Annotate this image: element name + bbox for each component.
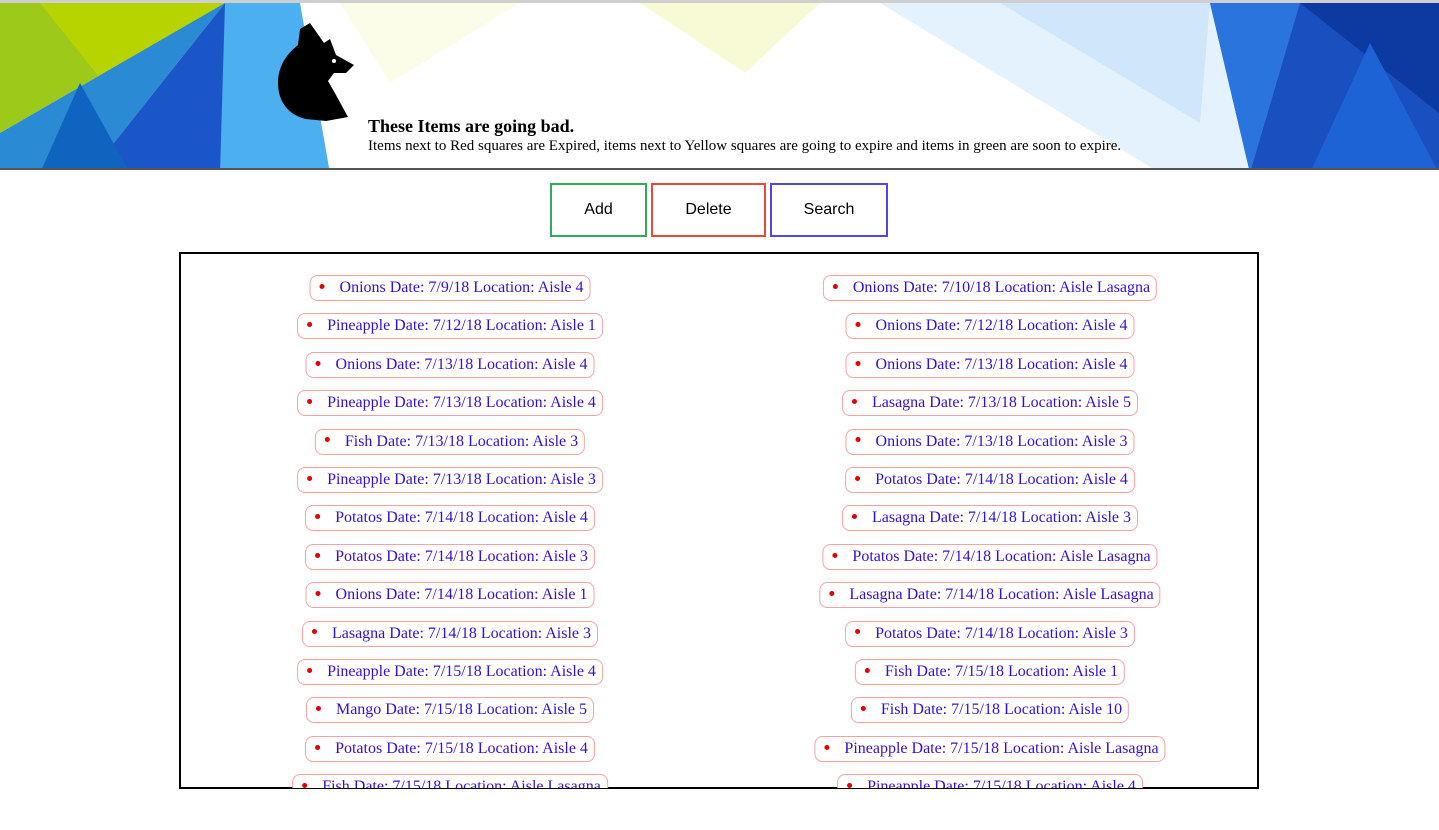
list-item-label: Onions Date: 7/14/18 Location: Aisle 1 bbox=[335, 586, 588, 604]
status-dot-icon bbox=[315, 360, 321, 366]
status-dot-icon bbox=[315, 591, 321, 597]
list-item-label: Mango Date: 7/15/18 Location: Aisle 5 bbox=[335, 701, 588, 719]
list-item-label: Fish Date: 7/15/18 Location: Aisle 1 bbox=[884, 663, 1119, 680]
list-item-label: Potatos Date: 7/14/18 Location: Aisle 4 bbox=[335, 509, 588, 527]
list-item-label: Fish Date: 7/15/18 Location: Aisle 10 bbox=[880, 701, 1123, 719]
status-dot-icon bbox=[311, 629, 317, 635]
list-item-label: Pineapple Date: 7/13/18 Location: Aisle … bbox=[327, 394, 596, 412]
list-item[interactable]: Pineapple Date: 7/13/18 Location: Aisle … bbox=[297, 467, 603, 493]
wolf-head-icon bbox=[278, 23, 354, 121]
list-item-label: Lasagna Date: 7/14/18 Location: Aisle 3 bbox=[331, 624, 592, 642]
status-dot-icon bbox=[832, 552, 838, 558]
status-dot-icon bbox=[855, 322, 861, 328]
list-item[interactable]: Potatos Date: 7/14/18 Location: Aisle 4 bbox=[845, 467, 1135, 493]
expiring-items-panel[interactable]: Onions Date: 7/9/18 Location: Aisle 4 Pin… bbox=[179, 252, 1259, 789]
list-item[interactable]: Pineapple Date: 7/15/18 Location: Aisle … bbox=[814, 735, 1166, 762]
status-dot-icon bbox=[302, 783, 308, 788]
status-dot-icon bbox=[824, 744, 830, 750]
header-banner: These Items are going bad. Items next to… bbox=[0, 0, 1439, 170]
status-dot-icon bbox=[855, 629, 861, 635]
delete-button[interactable]: Delete bbox=[651, 183, 766, 237]
status-dot-icon bbox=[307, 475, 313, 481]
list-item[interactable]: Pineapple Date: 7/15/18 Location: Aisle … bbox=[837, 774, 1143, 789]
status-dot-icon bbox=[860, 706, 866, 712]
list-item[interactable]: Fish Date: 7/13/18 Location: Aisle 3 bbox=[314, 428, 586, 455]
list-item[interactable]: Lasagna Date: 7/14/18 Location: Aisle La… bbox=[819, 582, 1161, 609]
list-item[interactable]: Lasagna Date: 7/14/18 Location: Aisle 3 bbox=[301, 620, 599, 647]
list-item-label: Potatos Date: 7/14/18 Location: Aisle 3 bbox=[335, 547, 588, 565]
page-subtitle: Items next to Red squares are Expired, i… bbox=[368, 138, 1122, 154]
list-item-label: Potatos Date: 7/14/18 Location: Aisle 3 bbox=[875, 624, 1128, 642]
list-item-label: Onions Date: 7/9/18 Location: Aisle 4 bbox=[339, 279, 584, 296]
list-item[interactable]: Lasagna Date: 7/13/18 Location: Aisle 5 bbox=[841, 390, 1139, 417]
list-item-label: Onions Date: 7/10/18 Location: Aisle Las… bbox=[852, 279, 1151, 296]
list-item[interactable]: Onions Date: 7/14/18 Location: Aisle 1 bbox=[305, 582, 595, 609]
status-dot-icon bbox=[307, 667, 313, 673]
status-dot-icon bbox=[315, 552, 321, 558]
list-item[interactable]: Onions Date: 7/13/18 Location: Aisle 4 bbox=[845, 351, 1135, 378]
status-dot-icon bbox=[829, 591, 835, 597]
search-button[interactable]: Search bbox=[770, 183, 888, 237]
status-dot-icon bbox=[315, 706, 321, 712]
status-dot-icon bbox=[315, 744, 321, 750]
status-dot-icon bbox=[851, 514, 857, 520]
list-item[interactable]: Fish Date: 7/15/18 Location: Aisle 1 bbox=[854, 659, 1126, 685]
list-item[interactable]: Potatos Date: 7/14/18 Location: Aisle 4 bbox=[305, 505, 595, 532]
status-dot-icon bbox=[855, 437, 861, 443]
list-item-label: Pineapple Date: 7/12/18 Location: Aisle … bbox=[327, 317, 596, 335]
list-item-label: Lasagna Date: 7/13/18 Location: Aisle 5 bbox=[871, 394, 1132, 412]
list-item-label: Pineapple Date: 7/15/18 Location: Aisle … bbox=[844, 739, 1159, 757]
status-dot-icon bbox=[864, 667, 870, 673]
list-item-label: Onions Date: 7/13/18 Location: Aisle 3 bbox=[875, 432, 1128, 450]
list-item-label: Onions Date: 7/13/18 Location: Aisle 4 bbox=[875, 355, 1128, 373]
status-dot-icon bbox=[307, 399, 313, 405]
add-button[interactable]: Add bbox=[550, 183, 647, 237]
list-item[interactable]: Potatos Date: 7/14/18 Location: Aisle 3 bbox=[845, 620, 1135, 647]
list-item[interactable]: Lasagna Date: 7/14/18 Location: Aisle 3 bbox=[841, 505, 1139, 532]
list-item-label: Pineapple Date: 7/15/18 Location: Aisle … bbox=[327, 663, 596, 680]
list-item[interactable]: Onions Date: 7/10/18 Location: Aisle Las… bbox=[822, 275, 1158, 301]
list-item[interactable]: Onions Date: 7/12/18 Location: Aisle 4 bbox=[845, 313, 1135, 340]
list-item-label: Pineapple Date: 7/13/18 Location: Aisle … bbox=[327, 471, 596, 488]
list-item[interactable]: Onions Date: 7/13/18 Location: Aisle 3 bbox=[845, 428, 1135, 455]
list-item-label: Potatos Date: 7/14/18 Location: Aisle 4 bbox=[875, 471, 1128, 488]
list-item-label: Onions Date: 7/13/18 Location: Aisle 4 bbox=[335, 355, 588, 373]
list-item[interactable]: Potatos Date: 7/14/18 Location: Aisle 3 bbox=[305, 543, 595, 570]
status-dot-icon bbox=[307, 322, 313, 328]
status-dot-icon bbox=[319, 283, 325, 289]
status-dot-icon bbox=[315, 514, 321, 520]
list-item-label: Lasagna Date: 7/14/18 Location: Aisle 3 bbox=[871, 509, 1132, 527]
list-item-label: Onions Date: 7/12/18 Location: Aisle 4 bbox=[875, 317, 1128, 335]
list-item-label: Pineapple Date: 7/15/18 Location: Aisle … bbox=[867, 778, 1136, 789]
status-dot-icon bbox=[855, 475, 861, 481]
list-item-label: Fish Date: 7/13/18 Location: Aisle 3 bbox=[344, 432, 579, 450]
list-item[interactable]: Pineapple Date: 7/12/18 Location: Aisle … bbox=[297, 313, 603, 340]
status-dot-icon bbox=[851, 399, 857, 405]
list-item[interactable]: Fish Date: 7/15/18 Location: Aisle Lasag… bbox=[292, 774, 608, 789]
list-item-label: Potatos Date: 7/15/18 Location: Aisle 4 bbox=[335, 739, 588, 757]
list-item-label: Lasagna Date: 7/14/18 Location: Aisle La… bbox=[849, 586, 1154, 604]
list-item[interactable]: Pineapple Date: 7/13/18 Location: Aisle … bbox=[297, 390, 603, 417]
list-item-label: Fish Date: 7/15/18 Location: Aisle Lasag… bbox=[322, 778, 601, 789]
list-item[interactable]: Potatos Date: 7/15/18 Location: Aisle 4 bbox=[305, 735, 595, 762]
list-item[interactable]: Potatos Date: 7/14/18 Location: Aisle La… bbox=[822, 543, 1158, 570]
list-item[interactable]: Mango Date: 7/15/18 Location: Aisle 5 bbox=[305, 697, 595, 724]
list-item-label: Potatos Date: 7/14/18 Location: Aisle La… bbox=[852, 547, 1151, 565]
status-dot-icon bbox=[855, 360, 861, 366]
page-title: These Items are going bad. bbox=[368, 116, 575, 136]
status-dot-icon bbox=[847, 783, 853, 788]
status-dot-icon bbox=[832, 283, 838, 289]
status-dot-icon bbox=[324, 437, 330, 443]
list-item[interactable]: Onions Date: 7/13/18 Location: Aisle 4 bbox=[305, 351, 595, 378]
list-item[interactable]: Fish Date: 7/15/18 Location: Aisle 10 bbox=[850, 697, 1130, 724]
list-item[interactable]: Onions Date: 7/9/18 Location: Aisle 4 bbox=[309, 275, 591, 301]
list-item[interactable]: Pineapple Date: 7/15/18 Location: Aisle … bbox=[297, 659, 603, 685]
